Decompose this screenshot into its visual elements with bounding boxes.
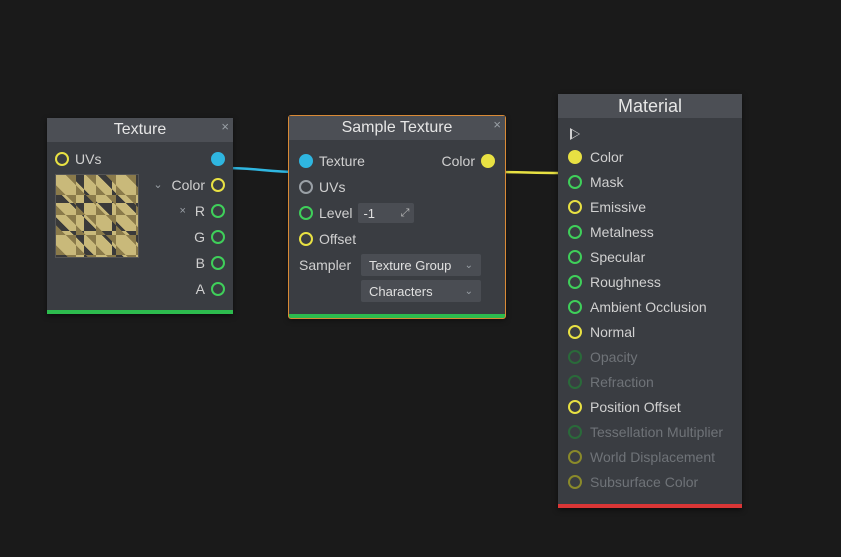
sampler-label: Sampler <box>299 257 355 273</box>
material-input-metalness: Metalness <box>568 219 732 244</box>
chevron-down-icon: ⌄ <box>465 286 473 297</box>
material-input-normal: Normal <box>568 319 732 344</box>
port-emissive-in[interactable] <box>568 200 582 214</box>
node-body: UVs ⌄ Color × R G <box>47 142 233 310</box>
port-tess_mult-in[interactable] <box>568 425 582 439</box>
port-label-emissive: Emissive <box>590 199 646 215</box>
port-label-tess_mult: Tessellation Multiplier <box>590 424 723 440</box>
port-roughness-in[interactable] <box>568 275 582 289</box>
port-metalness-in[interactable] <box>568 225 582 239</box>
port-r-out[interactable] <box>211 204 225 218</box>
sampler-value: Characters <box>369 284 433 299</box>
port-label-b: B <box>196 255 205 271</box>
port-color-out[interactable] <box>481 154 495 168</box>
port-texture-in[interactable] <box>299 154 313 168</box>
material-input-world_disp: World Displacement <box>568 444 732 469</box>
port-specular-in[interactable] <box>568 250 582 264</box>
port-label-metalness: Metalness <box>590 224 654 240</box>
port-label-level: Level <box>319 205 352 221</box>
node-footer <box>558 504 742 508</box>
port-ao-in[interactable] <box>568 300 582 314</box>
port-label-texture: Texture <box>319 153 365 169</box>
node-texture[interactable]: Texture × UVs ⌄ Color × <box>47 118 233 314</box>
node-sample-texture[interactable]: Sample Texture × Texture Color UVs Level… <box>289 116 505 318</box>
exec-pin[interactable] <box>570 128 580 140</box>
node-body: Color Mask Emissive Metalness Specular Roughn… <box>558 118 742 504</box>
texture-thumbnail[interactable] <box>55 174 139 258</box>
port-label-refraction: Refraction <box>590 374 654 390</box>
port-b-out[interactable] <box>211 256 225 270</box>
port-label-sss: Subsurface Color <box>590 474 698 490</box>
port-label-specular: Specular <box>590 249 645 265</box>
node-title-text: Material <box>618 96 682 116</box>
material-input-sss: Subsurface Color <box>568 469 732 494</box>
port-label-uvs: UVs <box>319 179 345 195</box>
node-body: Texture Color UVs Level -1 ⤢ Offset Samp… <box>289 140 505 314</box>
port-color-out[interactable] <box>211 178 225 192</box>
chevron-down-icon[interactable]: ⌄ <box>153 180 162 191</box>
node-title-text: Sample Texture <box>342 119 453 136</box>
port-opacity-in[interactable] <box>568 350 582 364</box>
sampler-group-dropdown[interactable]: Texture Group ⌄ <box>361 254 481 276</box>
node-title[interactable]: Material <box>558 94 742 118</box>
chevron-down-icon: ⌄ <box>465 260 473 271</box>
port-world_disp-in[interactable] <box>568 450 582 464</box>
port-label-mask: Mask <box>590 174 623 190</box>
port-label-opacity: Opacity <box>590 349 637 365</box>
port-a-out[interactable] <box>211 282 225 296</box>
sampler-value-dropdown[interactable]: Characters ⌄ <box>361 280 481 302</box>
port-normal-in[interactable] <box>568 325 582 339</box>
node-footer <box>47 310 233 314</box>
port-label-world_disp: World Displacement <box>590 449 715 465</box>
material-input-ao: Ambient Occlusion <box>568 294 732 319</box>
material-input-roughness: Roughness <box>568 269 732 294</box>
port-label-normal: Normal <box>590 324 635 340</box>
node-footer <box>289 314 505 318</box>
port-refraction-in[interactable] <box>568 375 582 389</box>
material-input-position_offset: Position Offset <box>568 394 732 419</box>
port-level-in[interactable] <box>299 206 313 220</box>
material-input-opacity: Opacity <box>568 344 732 369</box>
sampler-group-value: Texture Group <box>369 258 451 273</box>
port-uvs-in[interactable] <box>299 180 313 194</box>
level-field[interactable]: -1 ⤢ <box>358 203 414 223</box>
node-title-text: Texture <box>114 121 166 138</box>
port-color-in[interactable] <box>568 150 582 164</box>
node-title[interactable]: Texture × <box>47 118 233 142</box>
close-icon[interactable]: × <box>221 120 229 133</box>
port-label-ao: Ambient Occlusion <box>590 299 707 315</box>
port-label-a: A <box>196 281 205 297</box>
material-input-refraction: Refraction <box>568 369 732 394</box>
x-icon[interactable]: × <box>179 206 185 217</box>
port-label-position_offset: Position Offset <box>590 399 681 415</box>
close-icon[interactable]: × <box>493 118 501 131</box>
port-offset-in[interactable] <box>299 232 313 246</box>
port-label-color: Color <box>442 153 475 169</box>
port-uvs-in[interactable] <box>55 152 69 166</box>
port-label-r: R <box>195 203 205 219</box>
port-label-color: Color <box>590 149 623 165</box>
material-input-color: Color <box>568 144 732 169</box>
port-position_offset-in[interactable] <box>568 400 582 414</box>
node-title[interactable]: Sample Texture × <box>289 116 505 140</box>
port-g-out[interactable] <box>211 230 225 244</box>
port-label-roughness: Roughness <box>590 274 661 290</box>
material-input-specular: Specular <box>568 244 732 269</box>
node-material[interactable]: Material Color Mask Emissive Metalness Specu… <box>558 94 742 508</box>
material-input-tess_mult: Tessellation Multiplier <box>568 419 732 444</box>
port-texture-out[interactable] <box>211 152 225 166</box>
port-mask-in[interactable] <box>568 175 582 189</box>
material-input-mask: Mask <box>568 169 732 194</box>
level-value: -1 <box>363 206 375 221</box>
port-label-color: Color <box>172 177 205 193</box>
port-label-uvs: UVs <box>75 151 101 167</box>
material-input-emissive: Emissive <box>568 194 732 219</box>
expand-icon[interactable]: ⤢ <box>401 207 410 220</box>
port-sss-in[interactable] <box>568 475 582 489</box>
port-label-offset: Offset <box>319 231 356 247</box>
port-label-g: G <box>194 229 205 245</box>
